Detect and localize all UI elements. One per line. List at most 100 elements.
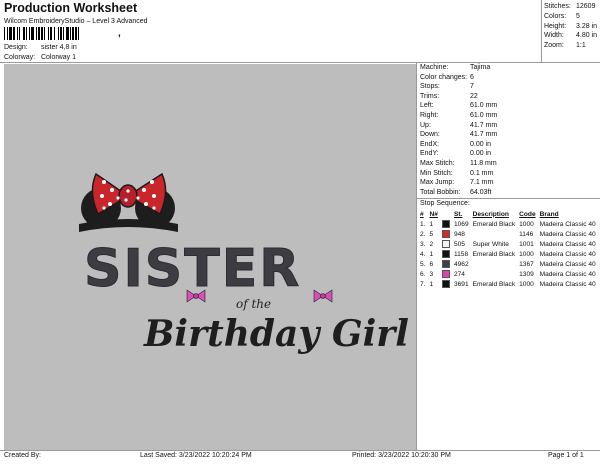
col-header: St. [453,210,463,218]
table-row: 1. 1 1069 Emerald Black 1000 Madeira Classic … [418,219,598,229]
needle-number: 2 [429,240,434,248]
stat-label: Zoom: [544,42,564,50]
info-row: Machine: Tajima [420,63,497,73]
stop-sequence-table: # N# St. Description Code Brand 1. 1 1069 E… [418,209,598,289]
header-rule [0,62,600,63]
stitch-count: 4962 [453,260,469,268]
info-row: Min Stitch: 0.1 mm [420,169,497,179]
thread-description: Emerald Black [472,280,516,288]
info-value: 7.1 mm [470,179,494,187]
stat-value: 12609 [576,3,596,10]
barcode [4,27,79,40]
table-row: 5. 6 4962 1367 Madeira Classic 40 [418,259,598,269]
needle-number: 1 [429,220,434,228]
color-swatch [440,269,452,279]
color-swatch [440,249,452,259]
stats-box: Stitches: 12609 Colors: 5 Height: 3.28 in W… [544,2,597,51]
thread-code: 1001 [519,240,534,248]
thread-description [471,229,518,239]
info-row: Down: 41.7 mm [420,130,497,140]
color-swatch [440,259,452,269]
stat-label: Stitches: [544,3,571,10]
thread-brand: Madeira Classic 40 [539,280,596,288]
stop-number: 7. [420,280,426,288]
col-header: Description [472,210,509,218]
swatch-chip [441,220,450,228]
stat-width: Width: 4.80 in [544,31,597,41]
info-row: Max Jump: 7.1 mm [420,178,497,188]
needle-number: 3 [429,270,434,278]
info-label: EndY: [420,150,439,158]
col-header: Code [519,210,536,218]
needle-number: 6 [429,260,434,268]
stat-zoom: Zoom: 1:1 [544,41,597,51]
info-label: Max Stitch: [420,159,455,167]
machine-info: Machine: Tajima Color changes: 6 Stops: 7 Trim… [420,63,497,197]
table-row: 3. 2 505 Super White 1001 Madeira Classic 40 [418,239,598,249]
info-label: Stops: [420,83,440,91]
info-row: EndX: 0.00 in [420,140,497,150]
col-header [440,209,452,219]
swatch-chip [441,270,450,278]
panel-divider [416,62,417,450]
colorway-value: Colorway 1 [40,54,76,61]
info-row: Color changes: 6 [420,73,497,83]
stitch-count: 505 [453,240,465,248]
stop-number: 1. [420,220,426,228]
color-swatch [440,229,452,239]
table-row: 7. 1 3691 Emerald Black 1000 Madeira Classic … [418,279,598,289]
info-label: Min Stitch: [420,169,453,177]
stat-colors: Colors: 5 [544,12,597,22]
info-value: 6 [470,73,474,81]
thread-description: Super White [472,240,509,248]
info-value: 0.00 in [470,150,492,158]
info-row: Up: 41.7 mm [420,121,497,131]
info-value: 22 [470,92,478,100]
of-the-text: of the [236,297,271,311]
info-label: Max Jump: [420,179,455,187]
stat-value: 1:1 [576,42,586,50]
table-row: 6. 3 274 1309 Madeira Classic 40 [418,269,598,279]
info-value: 0.00 in [470,140,492,148]
info-value: 7 [470,83,474,91]
thread-brand: Madeira Classic 40 [539,250,596,258]
stop-number: 6. [420,270,426,278]
design-row: Design: sister 4,8 in [4,44,77,51]
info-rule [417,198,600,199]
info-row: EndY: 0.00 in [420,149,497,159]
software-name: Wilcom EmbroideryStudio – Level 3 Advanc… [4,18,148,25]
col-header: N# [429,210,438,218]
thread-code: 1000 [519,250,534,258]
table-row: 2. 5 948 1146 Madeira Classic 40 [418,229,598,239]
printed-date: Printed: 3/23/2022 10:20:30 PM [352,452,451,459]
needle-number: 1 [429,280,434,288]
header-divider [541,0,542,62]
stop-number: 4. [420,250,426,258]
col-header: # [420,210,424,218]
swatch-chip [441,260,450,268]
needle-number: 1 [429,250,434,258]
page-title: Production Worksheet [4,1,138,15]
needle-number: 5 [429,230,434,238]
info-label: EndX: [420,140,440,148]
stat-label: Width: [544,32,564,40]
stitch-count: 1158 [453,250,469,258]
table-row: 4. 1 1158 Emerald Black 1000 Madeira Classic … [418,249,598,259]
info-label: Total Bobbin: [420,188,461,196]
small-bow-icon [313,289,333,303]
page-number: Page 1 of 1 [548,452,584,459]
color-swatch [440,279,452,289]
barcode-mark: , [118,28,121,39]
stitch-count: 274 [453,270,465,278]
table-header: # N# St. Description Code Brand [418,209,598,219]
bow-icon [91,172,167,216]
last-saved: Last Saved: 3/23/2022 10:20:24 PM [140,452,252,459]
swatch-chip [441,250,450,258]
thread-description: Emerald Black [472,220,516,228]
thread-description [471,269,518,279]
info-label: Color changes: [420,73,468,81]
info-row: Right: 61.0 mm [420,111,497,121]
thread-code: 1000 [519,280,534,288]
thread-brand: Madeira Classic 40 [539,260,596,268]
thread-code: 1146 [519,230,534,238]
